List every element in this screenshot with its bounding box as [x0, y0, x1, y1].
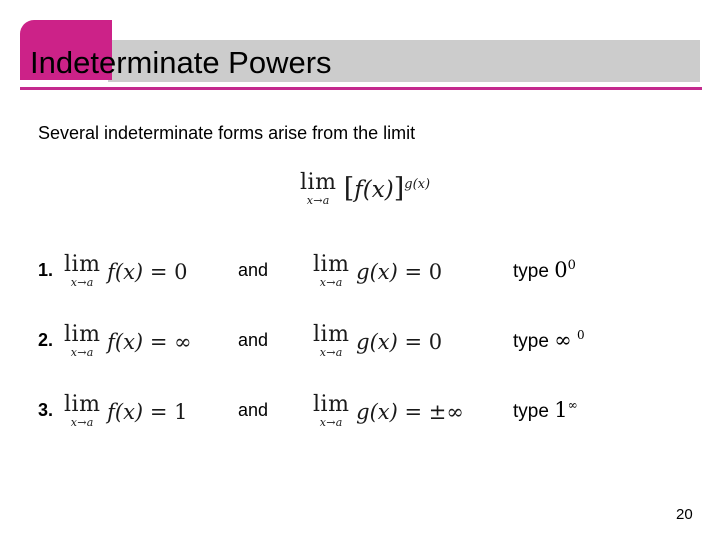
row-right-lim-operator: lim [313, 392, 350, 417]
row-left-equation: lim x→a f(x) = 1 [64, 394, 188, 431]
slide-header: Indeterminate Powers [0, 0, 720, 95]
main-limit-formula: lim x→a [f(x)]g(x) [300, 172, 430, 210]
main-formula-lim-subscript: x→a [306, 194, 330, 207]
row-left-lim-operator: lim [64, 252, 101, 277]
row-left-lim-operator: lim [64, 392, 101, 417]
row-type-label: type 1∞ [513, 398, 578, 423]
row-right-relation: = [404, 330, 423, 354]
main-formula-close-bracket: ] [393, 173, 405, 204]
row-type-exponent: 0 [576, 328, 585, 342]
main-formula-open-bracket: [ [343, 173, 355, 204]
row-left-equation: lim x→a f(x) = 0 [64, 254, 188, 291]
row-type-exponent: 0 [567, 258, 576, 273]
row-right-lim-operator: lim [313, 322, 350, 347]
row-left-relation: = [149, 400, 168, 424]
row-type-base: ∞ [554, 328, 572, 352]
row-conjunction: and [238, 400, 269, 420]
row-type-exponent: ∞ [567, 398, 578, 412]
title-underline [20, 87, 702, 90]
row-type-word: type [513, 261, 549, 282]
main-formula-lim-operator: lim [300, 170, 337, 195]
row-left-lim-operator: lim [64, 322, 101, 347]
intro-text: Several indeterminate forms arise from t… [38, 123, 416, 143]
row-right-value: 0 [428, 330, 443, 354]
row-right-function: g(x) [356, 330, 398, 354]
main-formula-base: f(x) [354, 177, 394, 203]
row-type-label: type ∞ 0 [513, 328, 585, 353]
row-type-base: 1 [554, 398, 568, 422]
row-left-value: ∞ [174, 330, 192, 354]
row-right-equation: lim x→a g(x) = 0 [313, 254, 442, 291]
row-right-equation: lim x→a g(x) = ±∞ [313, 394, 464, 431]
row-left-relation: = [149, 330, 168, 354]
row-number: 1. [38, 260, 54, 280]
row-left-function: f(x) [107, 400, 144, 424]
row-right-relation: = [404, 400, 423, 424]
row-right-lim-subscript: x→a [319, 276, 343, 289]
row-right-function: g(x) [356, 400, 398, 424]
row-right-function: g(x) [356, 260, 398, 284]
row-type-label: type 00 [513, 258, 576, 283]
row-right-relation: = [404, 260, 423, 284]
row-right-equation: lim x→a g(x) = 0 [313, 324, 442, 361]
row-right-value: 0 [428, 260, 443, 284]
row-right-value: ±∞ [428, 400, 464, 424]
row-left-relation: = [149, 260, 168, 284]
row-right-lim-subscript: x→a [319, 346, 343, 359]
row-right-lim-operator: lim [313, 252, 350, 277]
main-formula-exponent: g(x) [404, 177, 431, 192]
row-left-lim-subscript: x→a [70, 346, 94, 359]
row-left-function: f(x) [107, 260, 144, 284]
row-left-value: 0 [174, 260, 188, 284]
row-left-function: f(x) [107, 330, 144, 354]
row-conjunction: and [238, 330, 269, 350]
indeterminate-form-row: 1. lim x→a f(x) = 0 and lim x→a g(x) = 0… [0, 252, 720, 300]
page-title: Indeterminate Powers [30, 45, 332, 80]
indeterminate-form-row: 3. lim x→a f(x) = 1 and lim x→a g(x) = ±… [0, 392, 720, 440]
row-type-base: 0 [554, 258, 568, 282]
page-number: 20 [676, 506, 693, 523]
row-number: 3. [38, 400, 54, 420]
row-number: 2. [38, 330, 54, 350]
row-left-equation: lim x→a f(x) = ∞ [64, 324, 192, 361]
row-left-lim-subscript: x→a [70, 276, 94, 289]
row-type-word: type [513, 401, 549, 422]
row-left-lim-subscript: x→a [70, 416, 94, 429]
row-left-value: 1 [174, 400, 188, 424]
row-type-word: type [513, 331, 549, 352]
row-right-lim-subscript: x→a [319, 416, 343, 429]
row-conjunction: and [238, 260, 269, 280]
main-formula-limit: lim x→a [300, 172, 336, 210]
indeterminate-form-row: 2. lim x→a f(x) = ∞ and lim x→a g(x) = 0… [0, 322, 720, 370]
